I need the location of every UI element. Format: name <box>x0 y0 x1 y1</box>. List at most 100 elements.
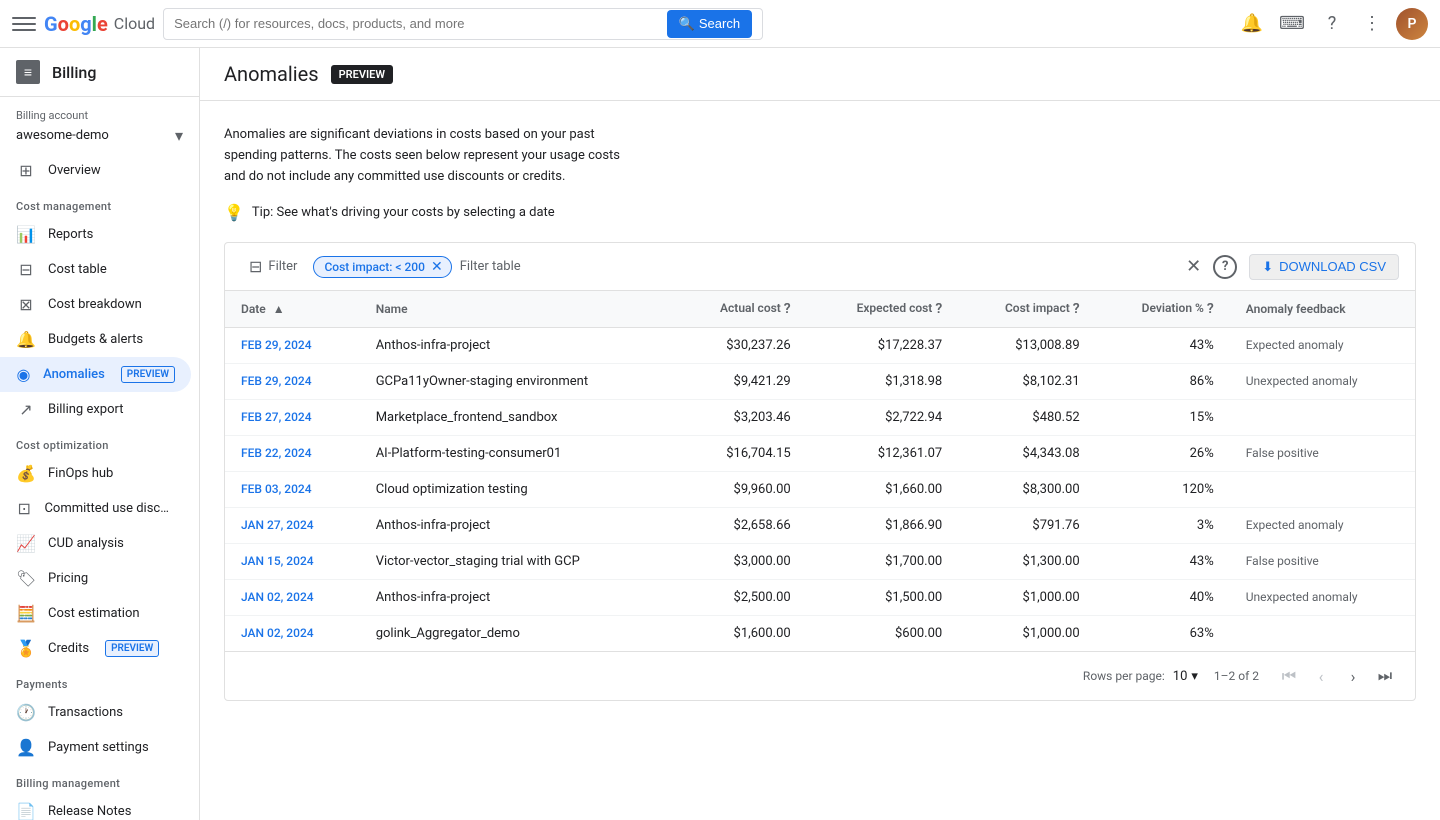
payment-settings-icon: 👤 <box>16 738 36 757</box>
cud-icon: 📈 <box>16 534 36 553</box>
more-options-icon[interactable]: ⋮ <box>1356 8 1388 40</box>
col-date[interactable]: Date ▲ <box>225 291 360 328</box>
terminal-icon[interactable]: ⌨ <box>1276 8 1308 40</box>
anomalies-preview-badge: PREVIEW <box>121 366 175 383</box>
cell-name: Cloud optimization testing <box>360 472 675 508</box>
rows-per-page-select[interactable]: 10 ▾ <box>1173 669 1198 684</box>
sidebar-item-payment-settings[interactable]: 👤 Payment settings <box>0 730 191 765</box>
col-cost-impact: Cost impact ? <box>958 291 1095 328</box>
sidebar-item-committed-use[interactable]: ⊡ Committed use discounts... <box>0 491 191 526</box>
search-button[interactable]: 🔍 Search <box>667 10 752 38</box>
sidebar-item-budgets-alerts[interactable]: 🔔 Budgets & alerts <box>0 322 191 357</box>
cell-actual-cost: $1,600.00 <box>674 616 806 652</box>
help-icon[interactable]: ? <box>1316 8 1348 40</box>
sidebar-item-transactions[interactable]: 🕐 Transactions <box>0 695 191 730</box>
date-link[interactable]: JAN 27, 2024 <box>241 518 314 532</box>
sidebar-item-cost-estimation[interactable]: 🧮 Cost estimation <box>0 596 191 631</box>
cell-expected-cost: $2,722.94 <box>807 400 959 436</box>
credits-preview-badge: PREVIEW <box>105 640 159 657</box>
close-filter-icon[interactable]: ✕ <box>1186 256 1201 277</box>
cell-feedback: Expected anomaly <box>1230 508 1415 544</box>
sidebar-item-cud-analysis[interactable]: 📈 CUD analysis <box>0 526 191 561</box>
topbar: Google Cloud 🔍 Search 🔔 ⌨ ? ⋮ P <box>0 0 1440 48</box>
help-filter-icon[interactable]: ? <box>1213 255 1237 279</box>
cell-deviation: 15% <box>1096 400 1230 436</box>
billing-account-label: Billing account <box>16 109 183 122</box>
sidebar-item-label: FinOps hub <box>48 466 113 481</box>
description: Anomalies are significant deviations in … <box>224 125 1416 187</box>
sidebar-item-pricing[interactable]: 🏷 Pricing <box>0 561 191 596</box>
sidebar-item-label: Cost breakdown <box>48 297 142 312</box>
sidebar-item-release-notes[interactable]: 📄 Release Notes <box>0 794 191 820</box>
sidebar-item-overview[interactable]: ⊞ Overview <box>0 153 191 188</box>
cost-impact-help-icon[interactable]: ? <box>1073 301 1080 317</box>
prev-page-button[interactable]: ‹ <box>1307 662 1335 690</box>
page-buttons: ⏮ ‹ › ⏭ <box>1275 662 1399 690</box>
budgets-icon: 🔔 <box>16 330 36 349</box>
date-link[interactable]: JAN 02, 2024 <box>241 590 314 604</box>
cell-cost-impact: $8,300.00 <box>958 472 1095 508</box>
avatar[interactable]: P <box>1396 8 1428 40</box>
date-link[interactable]: FEB 29, 2024 <box>241 374 312 388</box>
cell-feedback: Unexpected anomaly <box>1230 364 1415 400</box>
actual-cost-help-icon[interactable]: ? <box>784 301 791 317</box>
sidebar-item-cost-breakdown[interactable]: ⊠ Cost breakdown <box>0 287 191 322</box>
cell-cost-impact: $4,343.08 <box>958 436 1095 472</box>
filter-bar: ⊟ Filter Cost impact: < 200 ✕ Filter tab… <box>224 242 1416 290</box>
cost-breakdown-icon: ⊠ <box>16 295 36 314</box>
billing-account-select[interactable]: awesome-demo ▾ <box>16 126 183 145</box>
table-row: JAN 02, 2024 golink_Aggregator_demo $1,6… <box>225 616 1415 652</box>
sidebar-item-reports[interactable]: 📊 Reports <box>0 217 191 252</box>
table-row: JAN 27, 2024 Anthos-infra-project $2,658… <box>225 508 1415 544</box>
deviation-help-icon[interactable]: ? <box>1207 301 1214 317</box>
sidebar-item-cost-table[interactable]: ⊟ Cost table <box>0 252 191 287</box>
cell-date: FEB 29, 2024 <box>225 364 360 400</box>
hamburger-menu[interactable] <box>12 12 36 36</box>
dropdown-arrow-icon: ▾ <box>175 126 183 145</box>
table-body: FEB 29, 2024 Anthos-infra-project $30,23… <box>225 328 1415 652</box>
sidebar-item-credits[interactable]: 🏅 Credits PREVIEW <box>0 631 191 666</box>
sidebar-item-label: Budgets & alerts <box>48 332 143 347</box>
date-link[interactable]: JAN 15, 2024 <box>241 554 314 568</box>
cell-feedback: Unexpected anomaly <box>1230 580 1415 616</box>
anomalies-icon: ◉ <box>16 365 31 384</box>
cell-expected-cost: $600.00 <box>807 616 959 652</box>
sidebar-item-billing-export[interactable]: ↗ Billing export <box>0 392 191 427</box>
date-link[interactable]: FEB 29, 2024 <box>241 338 312 352</box>
last-page-button[interactable]: ⏭ <box>1371 662 1399 690</box>
cell-name: AI-Platform-testing-consumer01 <box>360 436 675 472</box>
cell-name: GCPa11yOwner-staging environment <box>360 364 675 400</box>
next-page-button[interactable]: › <box>1339 662 1367 690</box>
billing-management-label: Billing management <box>0 765 199 794</box>
expected-cost-help-icon[interactable]: ? <box>935 301 942 317</box>
sidebar-item-finops-hub[interactable]: 💰 FinOps hub <box>0 456 191 491</box>
download-csv-button[interactable]: ⬇ DOWNLOAD CSV <box>1249 254 1399 280</box>
filter-table-text[interactable]: Filter table <box>460 259 521 274</box>
page-title: Anomalies <box>224 62 319 86</box>
pagination: Rows per page: 10 ▾ 1–2 of 2 ⏮ ‹ › ⏭ <box>225 651 1415 700</box>
date-link[interactable]: JAN 02, 2024 <box>241 626 314 640</box>
date-link[interactable]: FEB 27, 2024 <box>241 410 312 424</box>
filter-button[interactable]: ⊟ Filter <box>241 253 305 280</box>
sidebar-item-label: Reports <box>48 227 93 242</box>
col-actual-cost: Actual cost ? <box>674 291 806 328</box>
first-page-button[interactable]: ⏮ <box>1275 662 1303 690</box>
sidebar-item-anomalies[interactable]: ◉ Anomalies PREVIEW <box>0 357 191 392</box>
anomalies-table: Date ▲ Name Actual cost ? Expected cost … <box>224 290 1416 701</box>
cell-date: FEB 27, 2024 <box>225 400 360 436</box>
col-feedback: Anomaly feedback <box>1230 291 1415 328</box>
cost-impact-filter-chip[interactable]: Cost impact: < 200 ✕ <box>313 256 451 278</box>
date-link[interactable]: FEB 03, 2024 <box>241 482 312 496</box>
cell-name: golink_Aggregator_demo <box>360 616 675 652</box>
notifications-icon[interactable]: 🔔 <box>1236 8 1268 40</box>
search-input[interactable] <box>174 16 659 31</box>
cell-actual-cost: $2,500.00 <box>674 580 806 616</box>
table-row: FEB 22, 2024 AI-Platform-testing-consume… <box>225 436 1415 472</box>
cell-deviation: 3% <box>1096 508 1230 544</box>
billing-export-icon: ↗ <box>16 400 36 419</box>
chip-close-icon[interactable]: ✕ <box>431 259 443 275</box>
cell-date: FEB 29, 2024 <box>225 328 360 364</box>
cell-expected-cost: $1,866.90 <box>807 508 959 544</box>
date-link[interactable]: FEB 22, 2024 <box>241 446 312 460</box>
cell-actual-cost: $16,704.15 <box>674 436 806 472</box>
